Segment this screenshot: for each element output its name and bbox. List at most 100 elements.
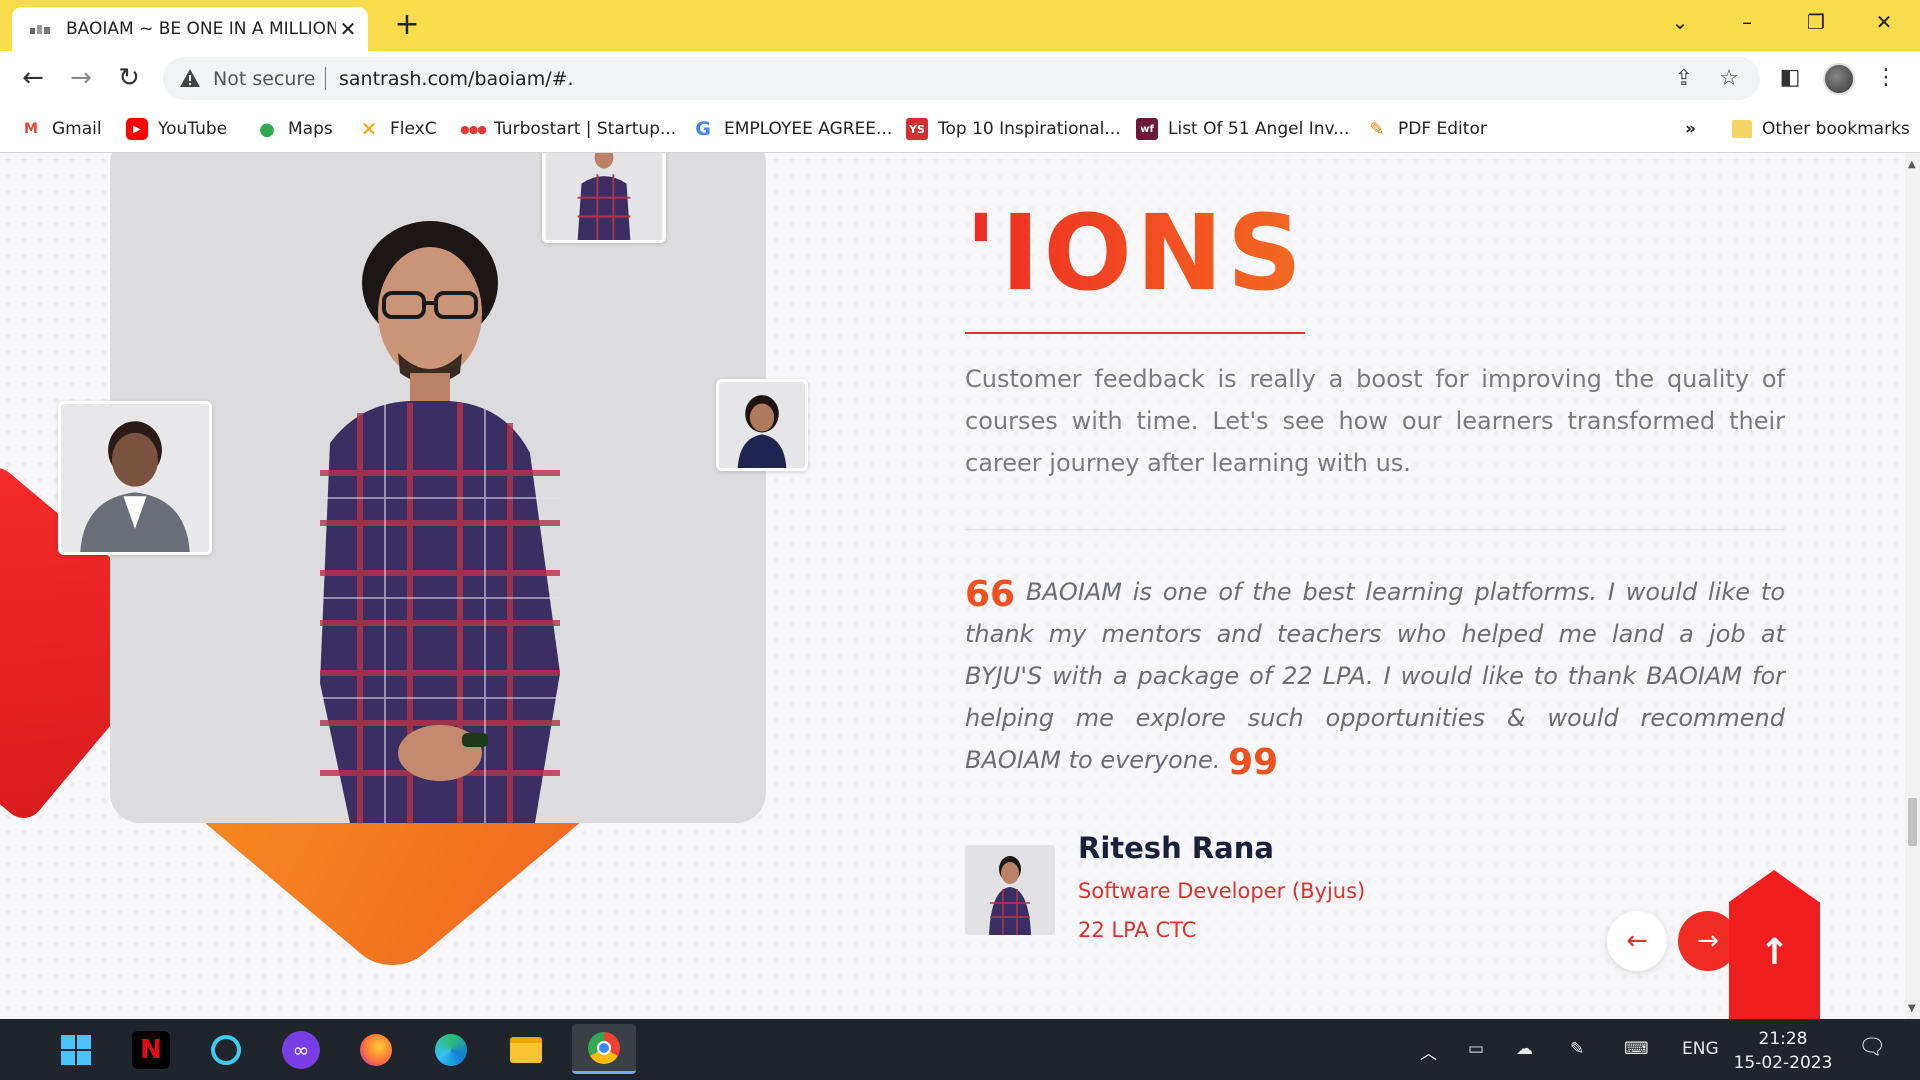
system-clock[interactable]: 21:28 15-02-2023 — [1728, 1027, 1838, 1075]
edge-logo — [435, 1034, 467, 1066]
bookmark-top-10-inspirational[interactable]: YS Top 10 Inspirational... — [906, 115, 1121, 143]
file-explorer-icon[interactable] — [507, 1031, 545, 1069]
cortana-icon[interactable] — [207, 1031, 245, 1069]
restore-button[interactable]: ❐ — [1800, 8, 1832, 36]
bookmark-angel-investors[interactable]: wf List Of 51 Angel Inv... — [1136, 115, 1349, 143]
browser-toolbar: ← → ↻ Not secure santrash.com/baoiam/#. … — [0, 51, 1920, 106]
bookmarks-bar: M Gmail ▶ YouTube ● Maps ✕ FlexC ●●● Tur… — [0, 106, 1920, 153]
student-thumbnail-top[interactable] — [542, 153, 666, 243]
profile-avatar[interactable] — [1823, 63, 1855, 95]
other-bookmarks-label: Other bookmarks — [1762, 119, 1910, 139]
bookmark-label: FlexC — [390, 119, 437, 139]
bookmark-label: Gmail — [52, 119, 102, 139]
bookmark-label: EMPLOYEE AGREE... — [724, 119, 893, 139]
content-divider — [965, 529, 1785, 530]
notifications-icon[interactable]: 🗨 — [1858, 1035, 1886, 1060]
gmail-icon: M — [24, 121, 38, 137]
menu-kebab-icon[interactable]: ⋮ — [1872, 64, 1900, 92]
url-text[interactable]: santrash.com/baoiam/#. — [339, 68, 574, 90]
scroll-down-icon[interactable]: ▼ — [1908, 1003, 1916, 1014]
previous-testimonial-button[interactable]: ← — [1607, 911, 1667, 971]
student-thumbnail-left-image — [61, 404, 209, 552]
intro-text: Customer feedback is really a boost for … — [965, 365, 1785, 477]
arrow-up-icon: ↑ — [1759, 932, 1790, 973]
firefox-logo — [360, 1034, 392, 1066]
testimonial-quote-text: BAOIAM is one of the best learning platf… — [965, 578, 1785, 774]
chrome-logo — [588, 1031, 620, 1064]
onedrive-cloud-icon[interactable]: ☁ — [1516, 1039, 1533, 1059]
student-thumbnail-left[interactable] — [58, 401, 212, 555]
new-tab-button[interactable]: + — [392, 10, 422, 40]
share-icon[interactable]: ⇪ — [1671, 66, 1697, 92]
bookmark-label: PDF Editor — [1398, 119, 1487, 139]
side-panel-icon[interactable]: ◧ — [1776, 64, 1804, 92]
bookmark-employee-agreement[interactable]: G EMPLOYEE AGREE... — [692, 115, 892, 143]
windows-start-icon[interactable] — [57, 1031, 95, 1069]
bookmark-star-icon[interactable]: ☆ — [1716, 66, 1742, 92]
reload-button[interactable]: ↻ — [112, 61, 146, 95]
tab-title: BAOIAM ~ BE ONE IN A MILLION — [66, 19, 336, 39]
close-tab-icon[interactable]: ✕ — [338, 19, 358, 39]
bookmark-label: Top 10 Inspirational... — [938, 119, 1121, 139]
section-heading: 'IONS — [965, 192, 1306, 314]
student-photo — [320, 221, 560, 823]
bookmark-gmail[interactable]: M Gmail — [20, 115, 102, 143]
not-secure-label[interactable]: Not secure — [213, 68, 316, 90]
bookmarks-overflow-button[interactable]: » — [1685, 115, 1696, 143]
browser-tab[interactable]: BAOIAM ~ BE ONE IN A MILLION ✕ — [12, 7, 368, 51]
google-icon: G — [695, 118, 711, 140]
scroll-up-icon[interactable]: ▲ — [1908, 159, 1916, 170]
bookmark-label: List Of 51 Angel Inv... — [1168, 119, 1350, 139]
bookmark-turbostart[interactable]: ●●● Turbostart | Startup... — [460, 115, 677, 143]
author-avatar-image — [965, 845, 1055, 935]
clock-date: 15-02-2023 — [1733, 1053, 1833, 1073]
close-window-button[interactable]: ✕ — [1868, 8, 1900, 36]
author-name: Ritesh Rana — [1078, 831, 1274, 865]
pdf-editor-icon: ✎ — [1369, 118, 1385, 140]
author-role: Software Developer (Byjus) — [1078, 879, 1366, 903]
folder-icon — [1732, 120, 1752, 138]
back-button[interactable]: ← — [16, 61, 50, 95]
edge-icon[interactable] — [432, 1031, 470, 1069]
bookmark-maps[interactable]: ● Maps — [256, 115, 333, 143]
windows-logo-icon — [61, 1035, 91, 1065]
scrollbar-thumb[interactable] — [1908, 798, 1917, 846]
netflix-icon[interactable]: N — [132, 1031, 170, 1069]
turbostart-icon: ●●● — [460, 122, 487, 136]
address-bar[interactable]: Not secure santrash.com/baoiam/#. ⇪ ☆ — [163, 57, 1760, 100]
bookmark-flexc[interactable]: ✕ FlexC — [358, 115, 437, 143]
bookmark-youtube[interactable]: ▶ YouTube — [126, 115, 227, 143]
author-ctc: 22 LPA CTC — [1078, 918, 1197, 942]
author-avatar — [965, 845, 1055, 935]
other-bookmarks[interactable]: Other bookmarks — [1732, 115, 1910, 143]
language-indicator[interactable]: ENG — [1682, 1039, 1719, 1059]
chrome-taskbar-icon[interactable] — [572, 1024, 636, 1074]
page-viewport: 'IONS Customer feedback is really a boos… — [0, 153, 1905, 1019]
flexc-icon: ✕ — [360, 117, 378, 141]
yourstory-icon: YS — [906, 118, 928, 140]
maps-icon: ● — [259, 118, 275, 140]
show-hidden-icons-chevron-icon[interactable]: ︿ — [1420, 1039, 1437, 1064]
minimize-button[interactable]: – — [1731, 8, 1763, 36]
scroll-to-top-button[interactable]: ↑ — [1729, 870, 1820, 1019]
address-separator — [325, 67, 326, 90]
forward-button[interactable]: → — [64, 61, 98, 95]
testimonial-quote: 66 BAOIAM is one of the best learning pl… — [965, 571, 1785, 781]
open-quote-icon: 66 — [965, 574, 1016, 615]
keyboard-icon[interactable]: ⌨ — [1624, 1039, 1649, 1059]
battery-icon[interactable]: ▭ — [1468, 1039, 1484, 1059]
bookmark-label: Maps — [288, 119, 333, 139]
bookmark-label: Turbostart | Startup... — [494, 119, 677, 139]
tab-search-chevron-icon[interactable]: ⌄ — [1664, 8, 1696, 36]
student-thumbnail-right[interactable] — [716, 379, 808, 471]
warning-icon — [180, 69, 200, 87]
folder-logo — [510, 1037, 542, 1063]
page-scrollbar[interactable]: ▲ ▼ — [1905, 153, 1920, 1019]
baoiam-favicon-icon — [30, 25, 50, 34]
firefox-icon[interactable] — [357, 1031, 395, 1069]
student-thumbnail-right-image — [719, 382, 805, 468]
vpn-mask-icon[interactable]: ∞ — [282, 1031, 320, 1069]
bookmark-pdf-editor[interactable]: ✎ PDF Editor — [1366, 115, 1487, 143]
pen-icon[interactable]: ✎ — [1570, 1039, 1584, 1059]
wf-icon: wf — [1136, 118, 1158, 140]
